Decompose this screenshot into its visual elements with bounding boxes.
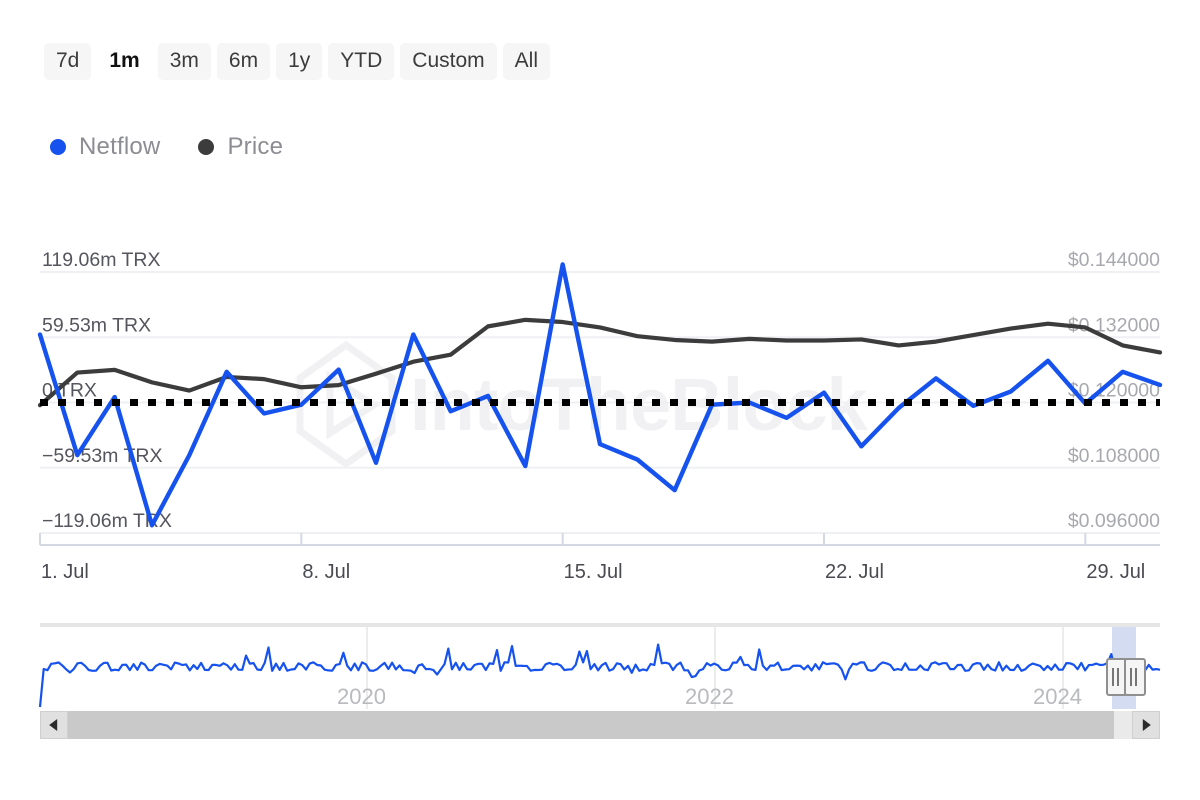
range-button-1y[interactable]: 1y (276, 43, 322, 80)
range-button-7d[interactable]: 7d (44, 43, 91, 80)
legend-label: Netflow (79, 133, 160, 161)
left-axis-tick-label: 59.53m TRX (42, 314, 151, 336)
scrollbar-left-arrow-button[interactable] (40, 711, 68, 739)
legend-item-netflow[interactable]: Netflow (50, 133, 160, 161)
left-axis-tick-label: 0 TRX (42, 380, 97, 402)
watermark: IntoTheBlock (300, 345, 869, 464)
right-axis-labels: $0.144000 $0.132000 $0.120000 $0.108000 $0.0… (1068, 249, 1160, 532)
range-button-ytd[interactable]: YTD (328, 43, 394, 80)
left-axis-tick-label: −59.53m TRX (42, 445, 163, 467)
navigator[interactable]: 2020 2022 2024 (40, 623, 1160, 709)
navigator-right-handle[interactable] (1125, 659, 1145, 695)
range-selector[interactable]: 7d1m3m6m1yYTDCustomAll (44, 43, 550, 80)
range-button-all[interactable]: All (503, 43, 550, 80)
navigator-year-label: 2020 (337, 684, 386, 709)
right-axis-tick-label: $0.096000 (1068, 510, 1160, 532)
navigator-scrollbar[interactable] (40, 711, 1160, 739)
x-axis-tick-label: 8. Jul (302, 561, 350, 583)
navigator-selection-mask[interactable] (1112, 627, 1136, 709)
navigator-year-label: 2024 (1033, 684, 1082, 709)
range-button-3m[interactable]: 3m (158, 43, 211, 80)
netflow-series-line (40, 264, 1160, 525)
navigator-year-labels: 2020 2022 2024 (337, 684, 1082, 709)
range-button-1m[interactable]: 1m (97, 43, 151, 80)
navigator-left-handle[interactable] (1107, 659, 1127, 695)
right-axis-tick-label: $0.132000 (1068, 314, 1160, 336)
chevron-right-icon (1143, 719, 1151, 731)
legend-marker-icon (50, 139, 66, 155)
right-axis-tick-label: $0.144000 (1068, 249, 1160, 271)
legend-item-price[interactable]: Price (198, 133, 283, 161)
left-axis-labels: 119.06m TRX 59.53m TRX 0 TRX −59.53m TRX −11… (42, 249, 172, 532)
navigator-series-line (40, 645, 1160, 707)
navigator-background (40, 627, 1160, 709)
x-axis (40, 533, 1160, 545)
range-button-custom[interactable]: Custom (400, 43, 496, 80)
navigator-top-border (40, 623, 1160, 627)
legend-label: Price (227, 133, 283, 161)
scrollbar-right-arrow-button[interactable] (1132, 711, 1160, 739)
right-axis-tick-label: $0.108000 (1068, 445, 1160, 467)
x-axis-tick-label: 29. Jul (1086, 561, 1145, 583)
chart-plot-area: IntoTheBlock 119.06m TRX 59.53m TRX 0 TRX −… (0, 0, 1200, 800)
chevron-left-icon (49, 719, 57, 731)
x-axis-tick-label: 15. Jul (564, 561, 623, 583)
chart-legend: Netflow Price (50, 133, 283, 161)
range-button-6m[interactable]: 6m (217, 43, 270, 80)
x-axis-tick-label: 22. Jul (825, 561, 884, 583)
svg-text:IntoTheBlock: IntoTheBlock (410, 363, 869, 446)
right-axis-tick-label: $0.120000 (1068, 380, 1160, 402)
price-series-line (40, 320, 1160, 405)
chart-gridlines (40, 272, 1160, 533)
x-axis-tick-labels: 1. Jul 8. Jul 15. Jul 22. Jul 29. Jul (41, 561, 1145, 583)
x-axis-tick-label: 1. Jul (41, 561, 89, 583)
navigator-year-label: 2022 (685, 684, 734, 709)
left-axis-tick-label: 119.06m TRX (42, 249, 161, 271)
legend-marker-icon (198, 139, 214, 155)
navigator-year-gridlines (367, 627, 1063, 709)
scrollbar-thumb[interactable] (68, 711, 1114, 739)
left-axis-tick-label: −119.06m TRX (42, 510, 172, 532)
